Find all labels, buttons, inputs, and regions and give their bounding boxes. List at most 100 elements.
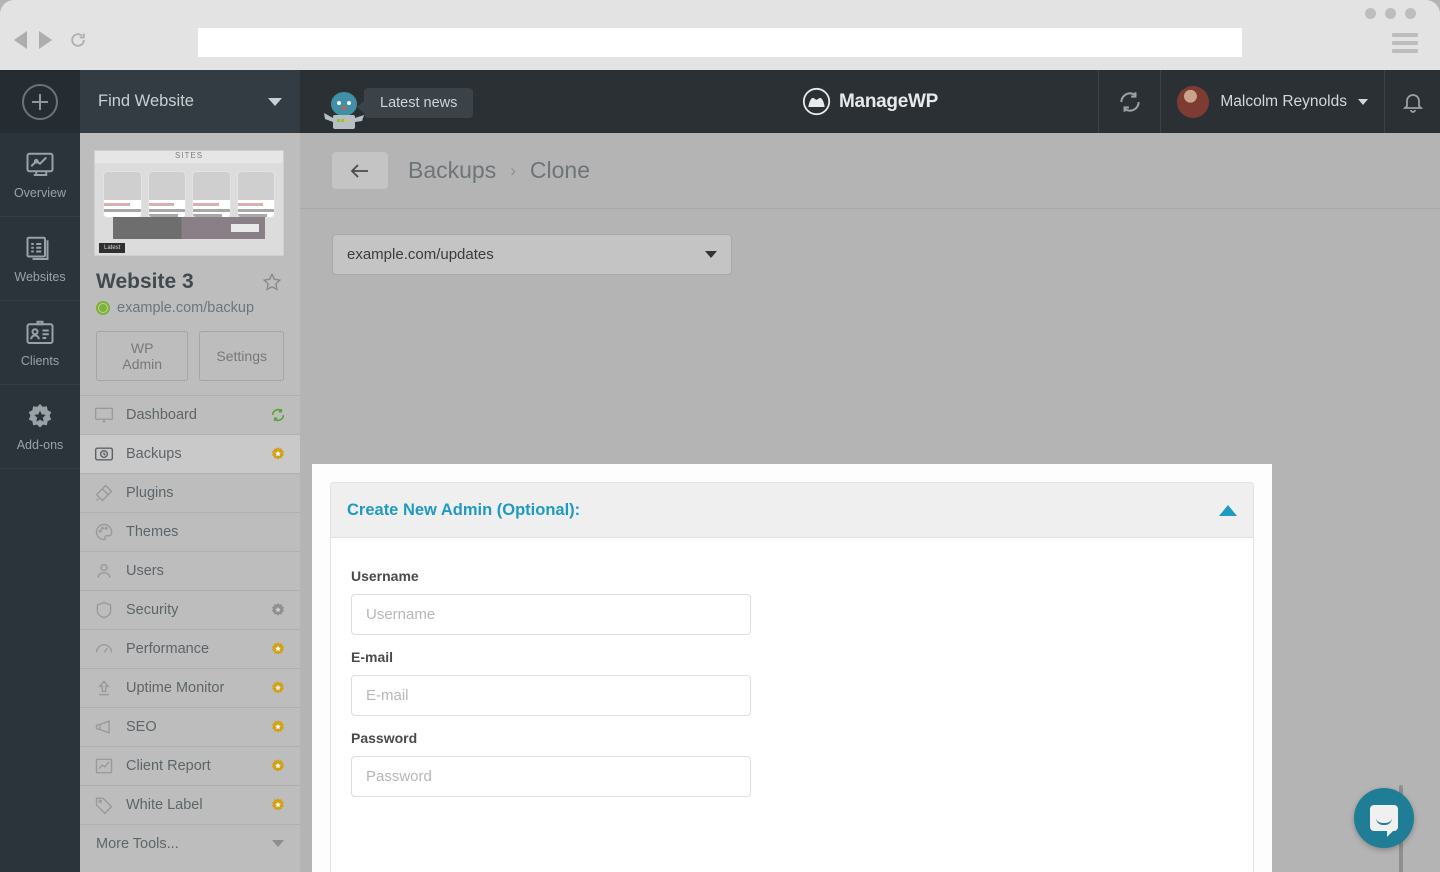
email-label: E-mail [351,649,394,665]
create-admin-card-header[interactable]: Create New Admin (Optional): [331,483,1253,538]
user-menu[interactable]: Malcolm Reynolds [1160,70,1384,133]
sidebar-item-security[interactable]: Security [80,590,300,629]
password-label: Password [351,730,418,746]
sidebar-item-label: Performance [126,641,210,657]
bell-icon [1402,93,1423,113]
back-arrow-icon[interactable] [332,152,388,189]
sync-button[interactable] [1098,70,1160,133]
create-admin-panel: Create New Admin (Optional): Username E-… [312,464,1272,872]
destination-site-select[interactable]: example.com/updates [332,234,732,275]
palette-icon [94,522,114,542]
sidebar-item-users[interactable]: Users [80,551,300,590]
sync-icon[interactable] [270,407,286,423]
back-triangle-icon[interactable] [14,31,27,49]
grey-gear-star-icon[interactable] [270,602,286,618]
rail-item-label: Clients [20,353,60,368]
chat-bubble-icon [1370,805,1398,837]
rail-item-label: Add-ons [16,437,64,452]
breadcrumb-separator: › [510,160,516,180]
sidebar-item-uptime-monitor[interactable]: Uptime Monitor [80,668,300,707]
gold-gear-star-icon[interactable] [270,641,286,657]
username-label: Username [351,568,419,584]
sidebar-item-dashboard[interactable]: Dashboard [80,395,300,434]
stacked-list-icon [26,236,49,260]
sidebar-item-label: Users [126,563,164,579]
password-input[interactable] [351,756,751,797]
user-name: Malcolm Reynolds [1220,92,1347,110]
breadcrumb-parent[interactable]: Backups [408,157,496,184]
password-field-group: Password [351,730,1233,797]
username-input[interactable] [351,594,751,635]
notifications-button[interactable] [1384,70,1440,133]
megaphone-icon [94,717,114,737]
rail-item-label: Overview [13,185,67,200]
website-sidebar: Find Website Latest Website 3 [80,70,300,872]
sidebar-item-performance[interactable]: Performance [80,629,300,668]
gold-gear-star-icon[interactable] [270,680,286,696]
star-icon[interactable] [262,272,282,292]
breadcrumb-bar: Backups › Clone [300,133,1440,209]
sidebar-item-label: Client Report [126,758,211,774]
rail-item-overview[interactable]: Overview [0,133,80,217]
chevron-down-icon [268,97,282,106]
latest-news-tooltip[interactable]: Latest news [356,88,474,118]
find-website-dropdown[interactable]: Find Website [80,70,300,133]
window-controls[interactable] [1365,8,1416,19]
site-nav-list: Dashboard Backups Plugins Themes Users S… [80,395,300,862]
gold-gear-star-icon[interactable] [270,797,286,813]
sidebar-item-client-report[interactable]: Client Report [80,746,300,785]
breadcrumb: Backups › Clone [408,157,590,184]
avatar [1177,85,1210,118]
gauge-icon [94,639,114,659]
rail-item-addons[interactable]: Add-ons [0,385,80,469]
url-input[interactable] [198,28,1242,57]
sidebar-item-backups[interactable]: Backups [80,434,300,473]
gold-gear-star-icon[interactable] [270,719,286,735]
sidebar-item-label: Plugins [126,485,174,501]
top-bar: Latest news ManageWP Malcolm Reynolds [300,70,1440,133]
arrow-up-icon [94,678,114,698]
destination-site-value: example.com/updates [347,246,494,263]
site-url-row[interactable]: example.com/backup [80,294,300,316]
sidebar-item-label: SEO [126,719,157,735]
site-thumbnail: Latest [94,150,284,256]
sidebar-item-themes[interactable]: Themes [80,512,300,551]
rail-item-clients[interactable]: Clients [0,301,80,385]
browser-chrome [0,0,1440,70]
more-tools-dropdown[interactable]: More Tools... [80,824,300,862]
wp-admin-button[interactable]: WP Admin [96,331,189,381]
settings-button[interactable]: Settings [199,331,284,381]
hamburger-menu-icon[interactable] [1392,33,1418,57]
tag-icon [94,795,114,815]
chart-icon [94,756,114,776]
email-input[interactable] [351,675,751,716]
sidebar-item-white-label[interactable]: White Label [80,785,300,824]
chevron-down-icon [272,840,284,847]
icon-rail: Overview Websites Clients Add-ons [0,70,80,872]
user-icon [94,561,114,581]
latest-news-label: Latest news [380,95,458,111]
sidebar-item-plugins[interactable]: Plugins [80,473,300,512]
triangle-up-icon[interactable] [1219,504,1237,516]
rail-item-label: Websites [14,269,66,284]
username-field-group: Username [351,568,1233,635]
gold-gear-star-icon[interactable] [270,758,286,774]
sidebar-item-seo[interactable]: SEO [80,707,300,746]
brand-name: ManageWP [839,90,938,112]
add-website-button[interactable] [0,70,80,133]
topbar-right: Malcolm Reynolds [1098,70,1440,133]
forward-triangle-icon[interactable] [39,31,52,49]
reload-icon[interactable] [68,30,88,50]
site-url-text: example.com/backup [117,300,255,316]
app-root: Overview Websites Clients Add-ons Find W… [0,0,1440,872]
site-name: Website 3 [96,270,194,293]
gear-star-icon [28,403,52,427]
chevron-down-icon [1358,98,1368,105]
more-tools-label: More Tools... [96,835,179,852]
rail-item-websites[interactable]: Websites [0,217,80,301]
site-action-buttons: WP Admin Settings [80,316,300,381]
brand-logo: ManageWP [802,87,938,116]
gold-gear-star-icon[interactable] [270,446,286,462]
chat-widget-button[interactable] [1354,788,1414,848]
destination-select-wrap: example.com/updates [300,210,1440,275]
